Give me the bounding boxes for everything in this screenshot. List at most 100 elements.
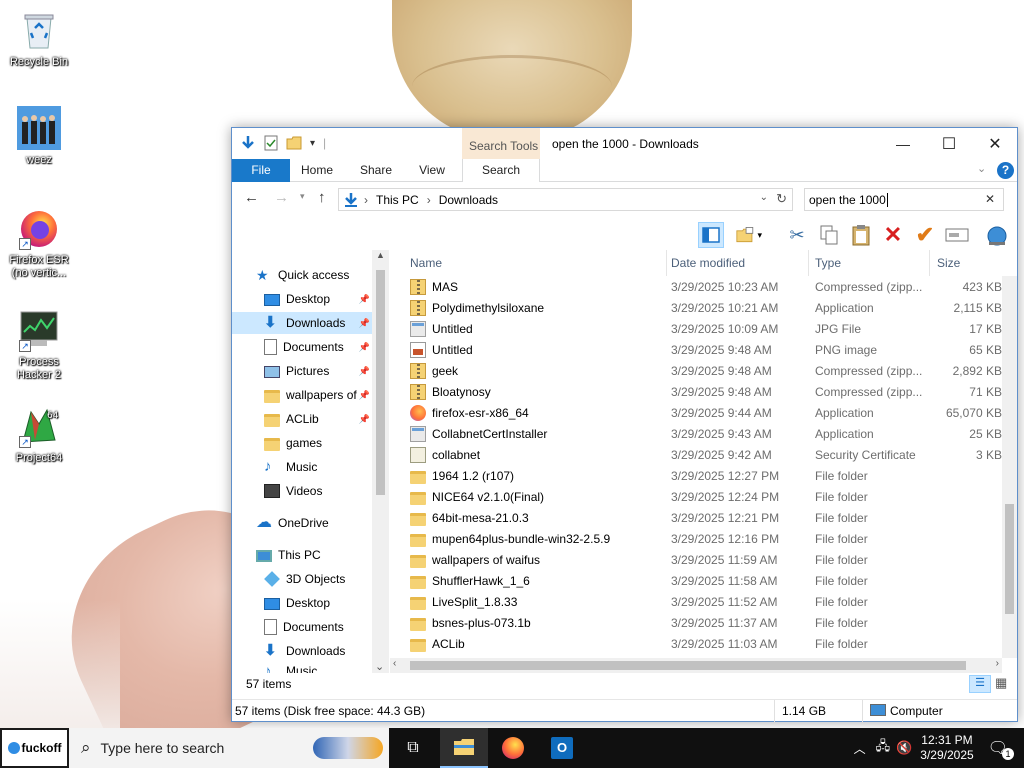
taskbar-file-explorer[interactable] <box>440 728 488 768</box>
large-icons-view-icon[interactable]: ▦ <box>995 675 1007 691</box>
address-bar[interactable]: › This PC › Downloads ⌄ ↻ <box>338 188 793 211</box>
cut-button[interactable]: ✂ <box>784 222 810 248</box>
search-highlight-icon[interactable] <box>313 737 383 759</box>
taskbar-search[interactable]: ⌕ Type here to search <box>69 728 389 768</box>
nav-desktop[interactable]: Desktop 📌 <box>232 288 372 310</box>
tab-home[interactable]: Home <box>290 159 344 182</box>
tab-file[interactable]: File <box>232 159 290 182</box>
scroll-right-arrow-icon[interactable]: › <box>996 658 999 669</box>
start-button[interactable]: fuckoff <box>0 728 69 768</box>
address-history-chevron-icon[interactable]: ⌄ <box>760 192 768 203</box>
expand-ribbon-chevron-icon[interactable]: ⌄ <box>977 162 986 175</box>
scroll-left-arrow-icon[interactable]: ‹ <box>393 658 396 669</box>
recent-locations-chevron-icon[interactable]: ▾ <box>300 191 305 202</box>
back-arrow-icon[interactable]: ← <box>244 189 259 206</box>
task-view-button[interactable]: ⧉ <box>389 728 437 768</box>
table-row[interactable]: collabnet 3/29/2025 9:42 AM Security Certi… <box>390 444 1002 465</box>
tab-share[interactable]: Share <box>348 159 404 182</box>
breadcrumb-downloads[interactable]: Downloads <box>439 193 498 207</box>
search-box[interactable]: open the 1000 ✕ <box>804 188 1004 211</box>
rename-button[interactable] <box>944 222 970 248</box>
properties-icon[interactable] <box>264 135 278 151</box>
scroll-up-arrow-icon[interactable]: ▲ <box>376 250 385 260</box>
nav-this-pc[interactable]: This PC <box>232 544 372 566</box>
search-input[interactable]: open the 1000 <box>809 193 886 207</box>
breadcrumb-this-pc[interactable]: This PC <box>376 193 419 207</box>
copy-button[interactable] <box>816 222 842 248</box>
column-header-type[interactable]: Type <box>808 250 930 276</box>
table-row[interactable]: geek 3/29/2025 9:48 AM Compressed (zipp...… <box>390 360 1002 381</box>
nav-documents-pc[interactable]: Documents <box>232 616 372 638</box>
table-row[interactable]: NICE64 v2.1.0(Final) 3/29/2025 12:24 PM Fi… <box>390 486 1002 507</box>
nav-downloads-pc[interactable]: ⬇ Downloads <box>232 640 372 662</box>
nav-documents[interactable]: Documents 📌 <box>232 336 372 358</box>
desktop-icon-weez[interactable]: weez <box>4 106 74 167</box>
nav-onedrive[interactable]: ☁ OneDrive <box>232 512 372 534</box>
nav-desktop-pc[interactable]: Desktop <box>232 592 372 614</box>
clock[interactable]: 12:31 PM 3/29/2025 <box>920 733 973 763</box>
rename-confirm-button[interactable]: ✔ <box>912 222 938 248</box>
table-row[interactable]: 1964 1.2 (r107) 3/29/2025 12:27 PM File fo… <box>390 465 1002 486</box>
table-row[interactable]: firefox-esr-x86_64 3/29/2025 9:44 AM Appli… <box>390 402 1002 423</box>
nav-pane-scroll-thumb[interactable] <box>376 270 385 495</box>
desktop-icon-project64[interactable]: 64 ↗ Project64 <box>4 404 74 465</box>
network-icon[interactable]: 🖧 <box>876 737 891 759</box>
table-row[interactable]: mupen64plus-bundle-win32-2.5.9 3/29/2025 … <box>390 528 1002 549</box>
nav-pictures[interactable]: Pictures 📌 <box>232 360 372 382</box>
maximize-button[interactable]: ☐ <box>926 128 972 159</box>
nav-videos[interactable]: Videos <box>232 480 372 502</box>
volume-muted-icon[interactable]: 🔇 <box>896 740 912 756</box>
download-arrow-icon[interactable] <box>240 135 256 151</box>
nav-3d-objects[interactable]: 3D Objects <box>232 568 372 590</box>
table-row[interactable]: bsnes-plus-073.1b 3/29/2025 11:37 AM File … <box>390 612 1002 633</box>
nav-wallpapers[interactable]: wallpapers of 📌 <box>232 384 372 406</box>
table-row[interactable]: Polydimethylsiloxane 3/29/2025 10:21 AM Ap… <box>390 297 1002 318</box>
table-row[interactable]: ACLib 3/29/2025 11:03 AM File folder <box>390 633 1002 654</box>
new-folder-button[interactable]: ▾ <box>736 222 762 248</box>
tab-search[interactable]: Search <box>462 159 540 183</box>
taskbar-outlook[interactable]: O <box>538 728 586 768</box>
nav-pane-scrollbar[interactable]: ▲ ⌄ <box>372 250 389 673</box>
details-view-icon[interactable]: ☰ <box>969 675 991 693</box>
table-row[interactable]: 64bit-mesa-21.0.3 3/29/2025 12:21 PM File … <box>390 507 1002 528</box>
file-list-scrollbar[interactable] <box>1002 276 1017 658</box>
delete-button[interactable]: ✕ <box>880 222 906 248</box>
nav-music[interactable]: ♪ Music <box>232 456 372 478</box>
new-folder-icon[interactable] <box>286 136 302 150</box>
notifications-icon[interactable]: 🗨 1 <box>988 738 1014 760</box>
table-row[interactable]: Untitled 3/29/2025 10:09 AM JPG File 17 KB <box>390 318 1002 339</box>
nav-quick-access[interactable]: ★ Quick access <box>232 264 372 286</box>
nav-games[interactable]: games <box>232 432 372 454</box>
show-hidden-icons-chevron-icon[interactable]: ︿ <box>854 740 866 757</box>
forward-arrow-icon[interactable]: → <box>274 189 289 206</box>
nav-aclib[interactable]: ACLib 📌 <box>232 408 372 430</box>
file-list-scroll-thumb[interactable] <box>1005 504 1014 614</box>
horizontal-scroll-thumb[interactable] <box>410 661 966 670</box>
preview-pane-button[interactable] <box>698 222 724 248</box>
horizontal-scrollbar[interactable]: ‹ › <box>390 658 1002 673</box>
scroll-down-arrow-icon[interactable]: ⌄ <box>375 660 384 673</box>
up-arrow-icon[interactable]: ↑ <box>318 189 326 206</box>
desktop-icon-firefox-esr[interactable]: ↗ Firefox ESR (no vertic... <box>4 206 74 280</box>
table-row[interactable]: LiveSplit_1.8.33 3/29/2025 11:52 AM File f… <box>390 591 1002 612</box>
clear-search-icon[interactable]: ✕ <box>985 192 995 206</box>
tab-view[interactable]: View <box>404 159 460 182</box>
desktop-icon-process-hacker[interactable]: ↗ Process Hacker 2 <box>4 308 74 382</box>
taskbar-firefox[interactable] <box>489 728 537 768</box>
customize-qat-chevron-icon[interactable]: ▾ <box>310 138 315 149</box>
close-button[interactable]: ✕ <box>972 128 1018 159</box>
nav-downloads[interactable]: ⬇ Downloads 📌 <box>232 312 372 334</box>
table-row[interactable]: MAS 3/29/2025 10:23 AM Compressed (zipp...… <box>390 276 1002 297</box>
help-icon[interactable]: ? <box>997 162 1014 179</box>
column-header-name[interactable]: Name <box>403 250 667 276</box>
column-header-size[interactable]: Size <box>930 250 1002 276</box>
table-row[interactable]: ShufflerHawk_1_6 3/29/2025 11:58 AM File f… <box>390 570 1002 591</box>
refresh-icon[interactable]: ↻ <box>776 191 787 207</box>
table-row[interactable]: CollabnetCertInstaller 3/29/2025 9:43 AM A… <box>390 423 1002 444</box>
table-row[interactable]: wallpapers of waifus 3/29/2025 11:59 AM Fi… <box>390 549 1002 570</box>
nav-music-pc[interactable]: ♪ Music <box>232 664 372 673</box>
network-button[interactable] <box>984 222 1010 248</box>
column-header-date[interactable]: Date modified <box>664 250 809 276</box>
table-row[interactable]: Untitled 3/29/2025 9:48 AM PNG image 65 KB <box>390 339 1002 360</box>
minimize-button[interactable]: — <box>880 128 926 159</box>
